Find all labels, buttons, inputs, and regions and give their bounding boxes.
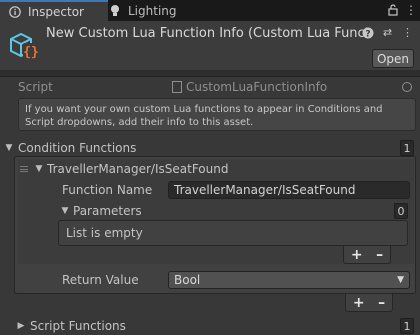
script-functions-label: Script Functions <box>30 319 126 333</box>
return-value-label: Return Value <box>62 273 139 287</box>
parameters-label: Parameters <box>73 204 142 218</box>
add-icon[interactable]: + <box>353 295 365 311</box>
more-options-icon[interactable]: ⋮ <box>404 3 418 17</box>
tab-lighting-label: Lighting <box>128 3 177 18</box>
tab-inspector-label: Inspector <box>28 4 84 19</box>
page-title: New Custom Lua Function Info (Custom Lua… <box>46 26 368 41</box>
lua-asset-icon: {} <box>8 29 40 61</box>
script-file-icon <box>172 81 182 93</box>
info-icon <box>8 5 22 19</box>
element-title: TravellerManager/IsSeatFound <box>47 162 229 176</box>
inspector-header: {} New Custom Lua Function Info (Custom … <box>0 21 420 70</box>
add-icon[interactable]: + <box>351 247 363 263</box>
condition-functions-count[interactable]: 1 <box>400 140 414 156</box>
script-object-field[interactable]: CustomLuaFunctionInfo <box>172 80 327 94</box>
chevron-right-icon: ▶ <box>17 321 25 331</box>
svg-text:?: ? <box>365 29 370 39</box>
condition-functions-add-remove: + – <box>345 294 393 312</box>
script-functions-foldout[interactable]: ▶ Script Functions 1 <box>0 317 420 335</box>
script-field-row: Script CustomLuaFunctionInfo <box>0 79 420 97</box>
tab-lighting[interactable]: Lighting <box>100 0 196 21</box>
bulb-icon <box>108 4 122 18</box>
script-functions-count[interactable]: 1 <box>400 318 414 334</box>
help-box: If you want your own custom Lua function… <box>18 98 416 131</box>
parameters-empty-list: List is empty <box>58 220 408 246</box>
lock-icon[interactable] <box>386 3 400 17</box>
return-value-selected: Bool <box>174 273 201 287</box>
svg-text:{}: {} <box>23 45 39 60</box>
chevron-down-icon: ▼ <box>61 206 69 216</box>
object-picker-icon[interactable] <box>402 82 412 92</box>
preset-icon[interactable]: ⇄ <box>381 26 394 39</box>
empty-list-text: List is empty <box>66 226 143 240</box>
divider <box>0 76 420 77</box>
help-icon[interactable]: ? <box>361 26 374 39</box>
dropdown-arrow-icon: ▼ <box>397 275 404 285</box>
remove-icon[interactable]: – <box>378 295 385 311</box>
parameters-add-remove: + – <box>343 246 391 264</box>
condition-functions-foldout[interactable]: ▼ Condition Functions 1 <box>0 139 420 157</box>
function-name-label: Function Name <box>62 183 153 197</box>
script-label: Script <box>18 80 53 94</box>
more-options-icon[interactable]: ⋮ <box>401 26 414 39</box>
return-value-dropdown[interactable]: Bool ▼ <box>168 271 410 289</box>
parameters-count[interactable]: 0 <box>394 203 408 219</box>
open-button[interactable]: Open <box>372 49 414 68</box>
chevron-down-icon: ▼ <box>35 164 43 174</box>
tab-bar: Inspector Lighting ⋮ <box>0 0 420 21</box>
tab-inspector[interactable]: Inspector <box>0 0 108 21</box>
condition-functions-label: Condition Functions <box>18 141 137 155</box>
parameters-foldout[interactable]: ▼ Parameters <box>58 202 410 220</box>
remove-icon[interactable]: – <box>376 247 383 263</box>
chevron-down-icon: ▼ <box>5 143 13 153</box>
script-value: CustomLuaFunctionInfo <box>186 80 328 94</box>
drag-handle-icon[interactable] <box>20 166 28 172</box>
element-foldout[interactable]: ▼ TravellerManager/IsSeatFound <box>32 160 412 178</box>
function-name-field[interactable]: TravellerManager/IsSeatFound <box>168 181 410 199</box>
